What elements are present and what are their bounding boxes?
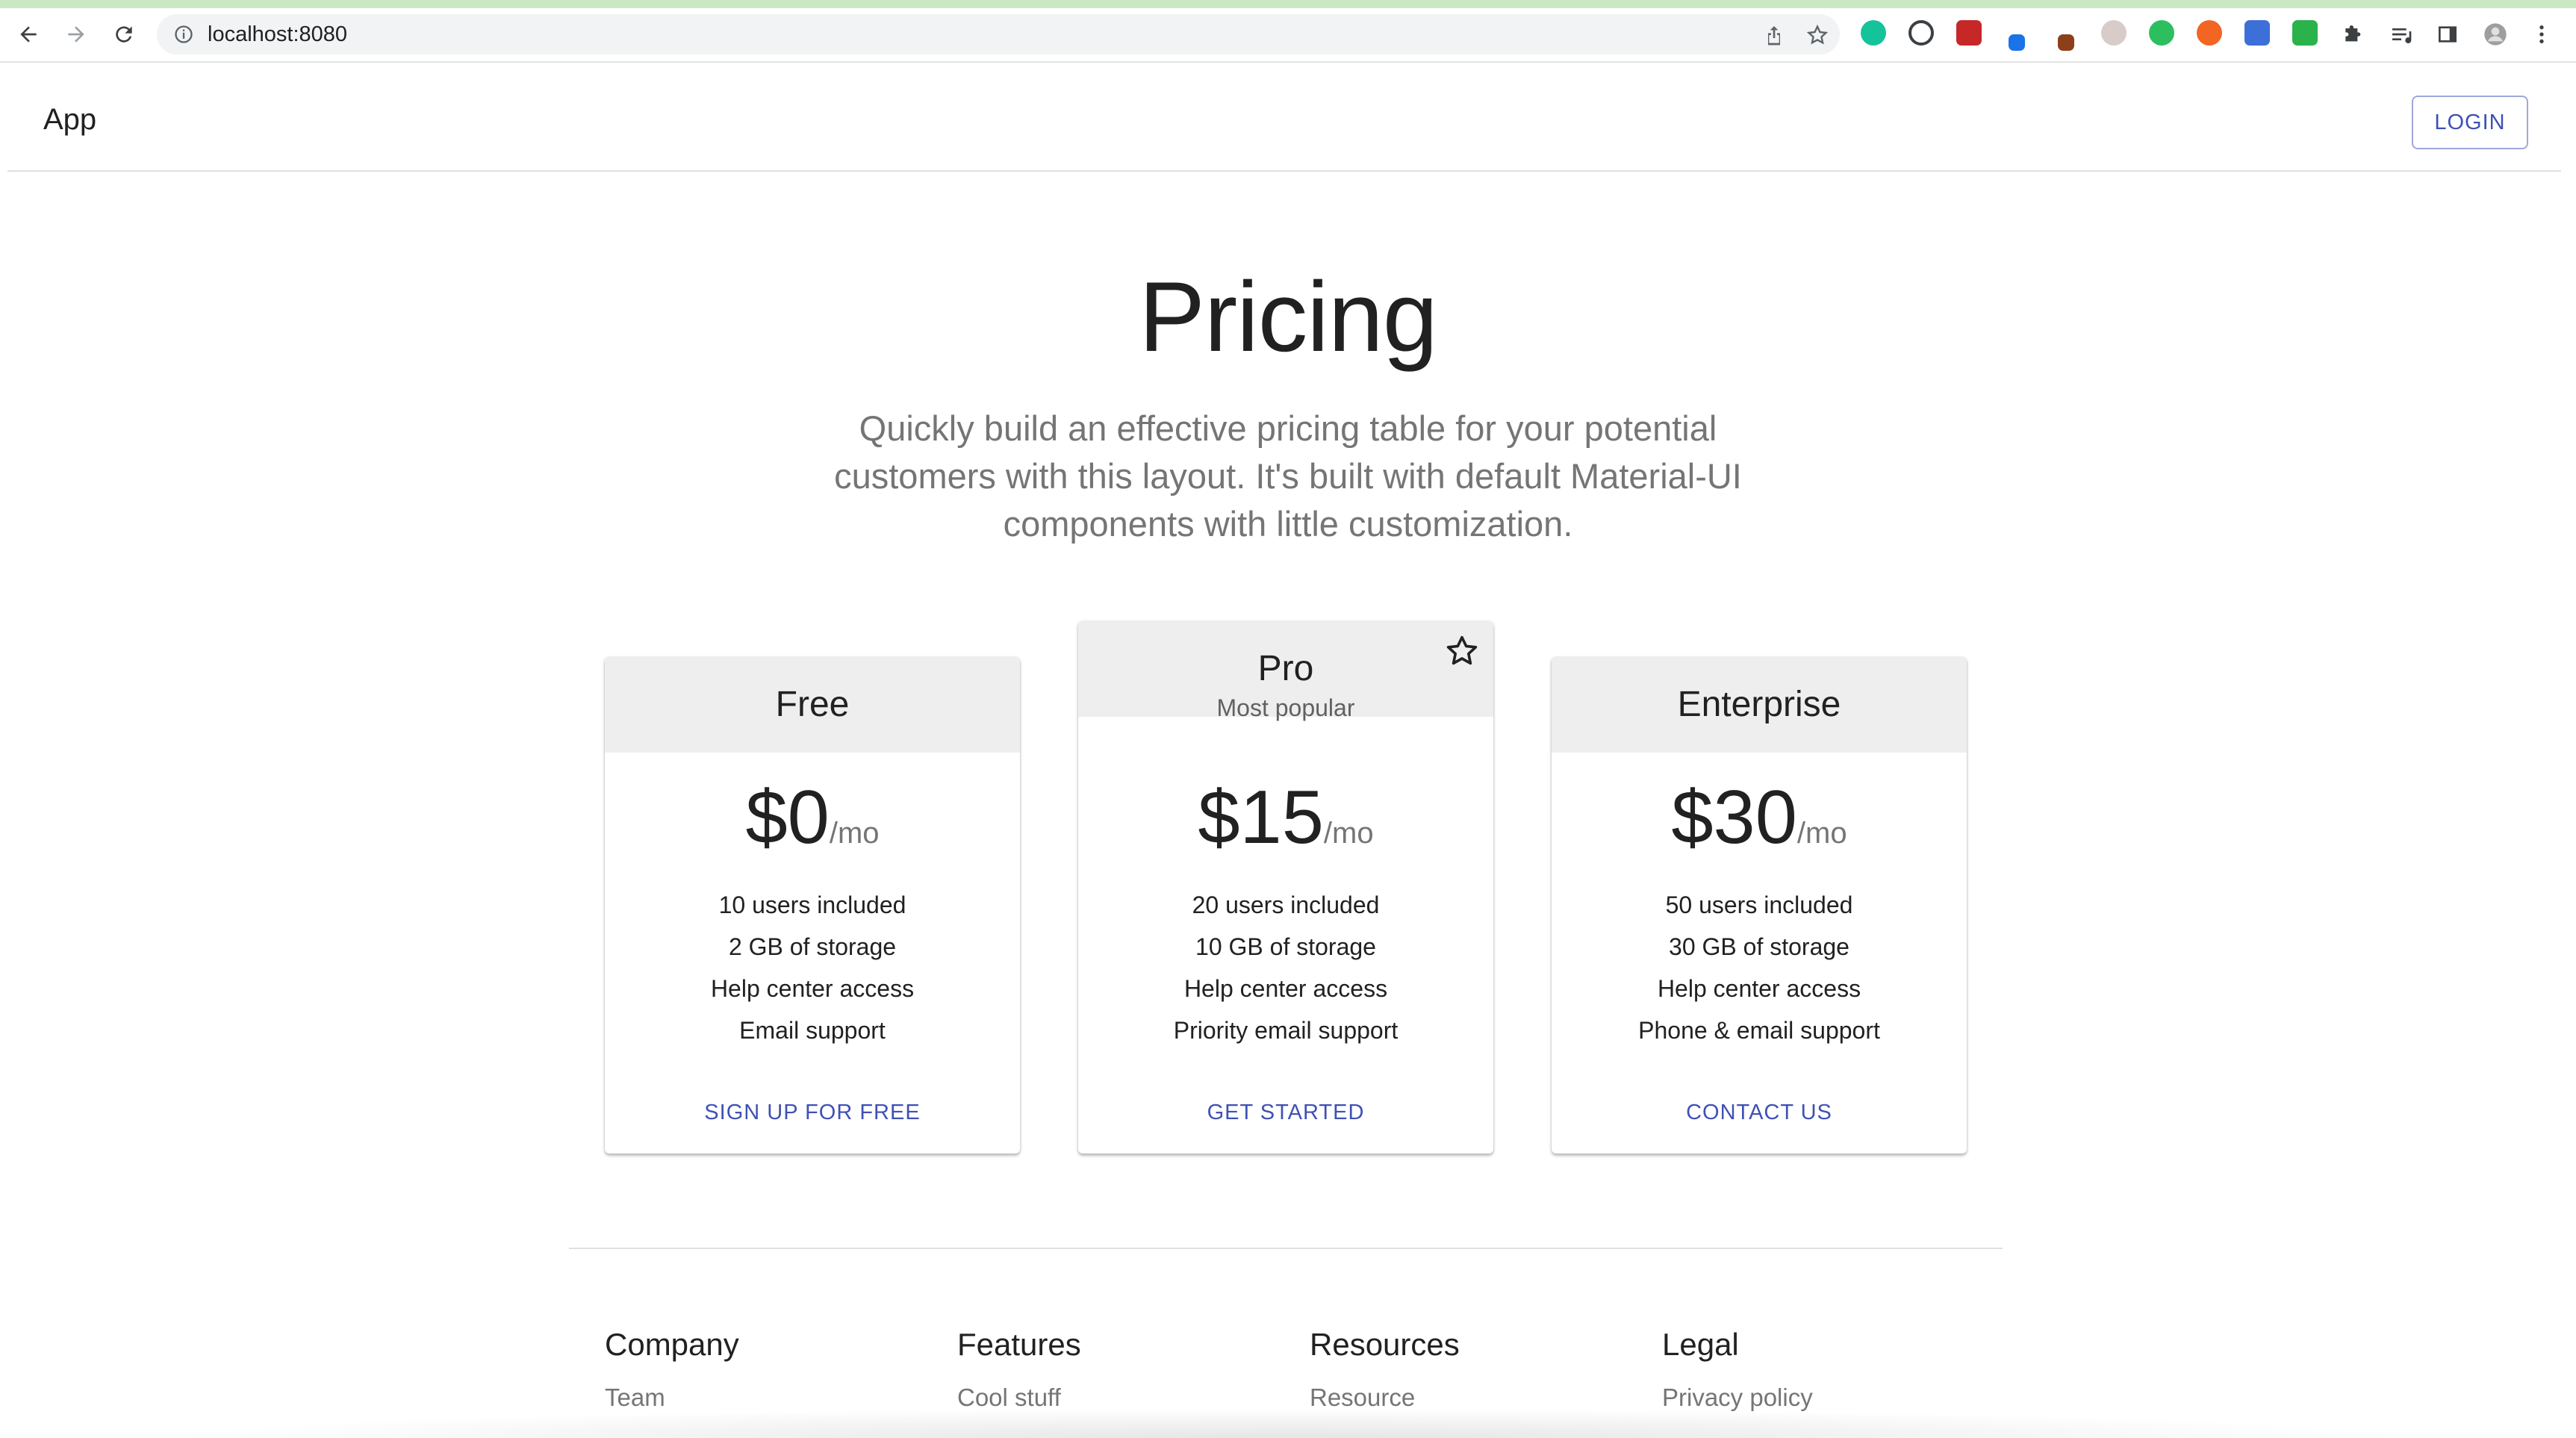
grammarly-extension-icon[interactable] [1861, 20, 1886, 46]
plan-subheader: Most popular [1216, 694, 1355, 721]
browser-toolbar: localhost:8080 [0, 0, 2576, 63]
list-item: 50 users included [1665, 891, 1853, 918]
list-item: Help center access [1657, 975, 1861, 1002]
list-item: Priority email support [1173, 1017, 1399, 1044]
plan-price: $30/mo [1552, 776, 1967, 859]
feature-list: 50 users included 30 GB of storage Help … [1552, 884, 1967, 1051]
feature-list: 20 users included 10 GB of storage Help … [1078, 884, 1493, 1051]
n-extension-icon[interactable] [2244, 20, 2270, 46]
price-amount: $30 [1671, 776, 1797, 859]
plan-price: $0/mo [605, 776, 1020, 859]
price-amount: $15 [1198, 776, 1324, 859]
reading-list-icon[interactable] [2386, 19, 2416, 49]
list-item: Help center access [710, 975, 915, 1002]
evernote-extension-icon[interactable] [2149, 20, 2174, 46]
puzzle-icon[interactable] [2339, 19, 2368, 49]
face-extension-icon[interactable] [2101, 20, 2127, 46]
profile-avatar[interactable] [2480, 19, 2510, 49]
share-icon[interactable] [1762, 23, 1786, 47]
address-bar[interactable]: localhost:8080 [157, 14, 1840, 55]
feature-list: 10 users included 2 GB of storage Help c… [605, 884, 1020, 1051]
plan-price: $15/mo [1078, 776, 1493, 859]
list-item: 10 GB of storage [1195, 933, 1376, 960]
plan-title: Pro [1257, 649, 1314, 688]
list-item: 30 GB of storage [1669, 933, 1849, 960]
pricing-card-pro: Pro Most popular $15/mo 20 users include… [1078, 621, 1493, 1154]
kebab-menu-icon[interactable] [2527, 19, 2557, 49]
url-text[interactable]: localhost:8080 [208, 23, 347, 46]
pricing-card-enterprise: Enterprise $30/mo 50 users included 30 G… [1552, 657, 1967, 1154]
sign-up-button[interactable]: SIGN UP FOR FREE [605, 1099, 1020, 1126]
plan-title: Free [775, 685, 850, 724]
green-extension-icon[interactable] [2292, 20, 2318, 46]
reload-icon[interactable] [109, 19, 139, 49]
forward-arrow-icon[interactable] [61, 19, 91, 49]
list-item: Phone & email support [1638, 1017, 1880, 1044]
get-started-button[interactable]: GET STARTED [1078, 1099, 1493, 1126]
side-panel-icon[interactable] [2433, 19, 2463, 49]
orange-extension-icon[interactable] [2197, 20, 2222, 46]
page-load-progress [0, 0, 2576, 8]
back-arrow-icon[interactable] [13, 19, 43, 49]
record-extension-icon[interactable] [1908, 20, 1934, 46]
star-icon [1446, 635, 1478, 665]
app-title: App [43, 103, 97, 136]
price-period: /mo [1323, 817, 1374, 850]
bookmark-star-icon[interactable] [1805, 23, 1829, 47]
footer-heading: Features [957, 1327, 1081, 1362]
price-period: /mo [1796, 817, 1847, 850]
footer-heading: Company [605, 1327, 739, 1362]
page-subtitle: Quickly build an effective pricing table… [834, 408, 1742, 544]
price-amount: $0 [745, 776, 830, 859]
plan-title: Enterprise [1677, 685, 1841, 724]
app-bar: App LOGIN [7, 63, 2561, 172]
list-item: 20 users included [1192, 891, 1380, 918]
page-title: Pricing [1139, 262, 1438, 373]
list-item: 10 users included [718, 891, 906, 918]
card-header: Enterprise [1552, 657, 1967, 753]
extension-red-icon[interactable] [1956, 20, 1982, 46]
list-item: Help center access [1183, 975, 1388, 1002]
list-item: Email support [739, 1017, 886, 1044]
footer-heading: Legal [1662, 1327, 1739, 1362]
info-icon[interactable] [173, 24, 194, 45]
pricing-card-free: Free $0/mo 10 users included 2 GB of sto… [605, 657, 1020, 1154]
pen-extension-icon[interactable] [2009, 34, 2025, 51]
card-header: Free [605, 657, 1020, 753]
contact-us-button[interactable]: CONTACT US [1552, 1099, 1967, 1126]
price-period: /mo [829, 817, 880, 850]
login-button[interactable]: LOGIN [2412, 96, 2528, 149]
list-item: 2 GB of storage [728, 933, 897, 960]
footer-heading: Resources [1310, 1327, 1460, 1362]
card-header: Pro Most popular [1078, 621, 1493, 721]
footer-divider [569, 1248, 2003, 1249]
tool-extension-icon[interactable] [2058, 34, 2074, 51]
viewport-bottom-shadow [0, 1404, 2576, 1438]
